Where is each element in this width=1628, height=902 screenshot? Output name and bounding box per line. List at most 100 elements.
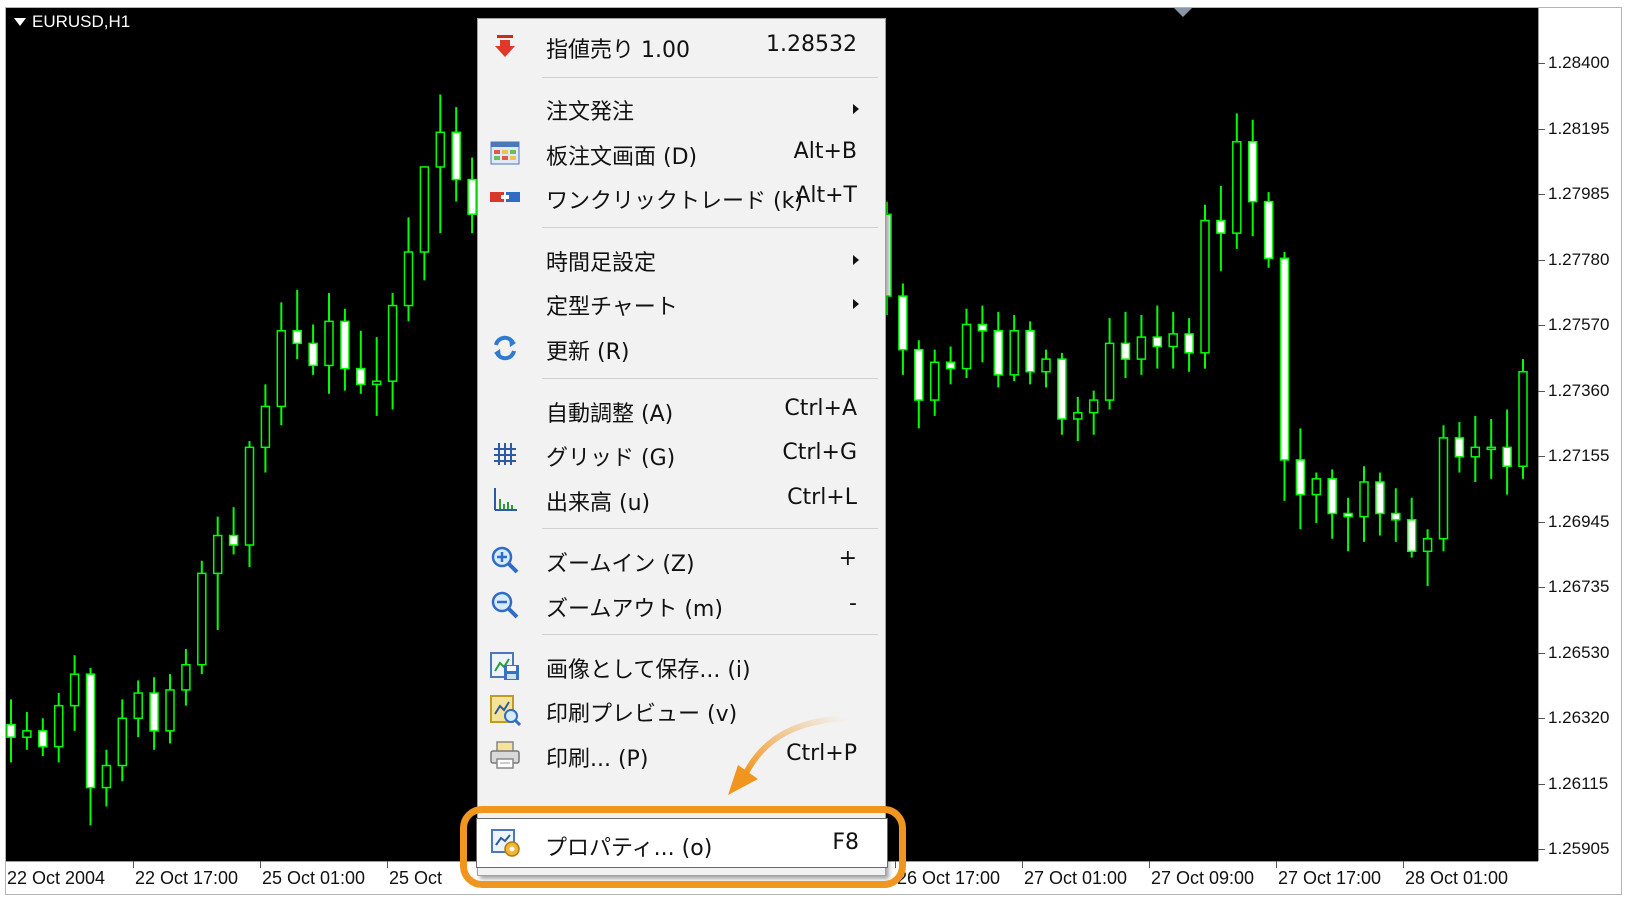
candle-body bbox=[1311, 478, 1322, 496]
symbol-text: EURUSD,H1 bbox=[32, 12, 131, 31]
candle-body bbox=[324, 320, 334, 367]
submenu-arrow-icon bbox=[853, 299, 859, 309]
candle-body bbox=[1502, 446, 1512, 467]
candle-body bbox=[435, 131, 446, 168]
price-tick bbox=[1538, 128, 1545, 130]
price-tick bbox=[1538, 390, 1545, 392]
menu-item-autoscroll[interactable]: 自動調整 (A) Ctrl+A bbox=[478, 389, 883, 431]
price-label: 1.27155 bbox=[1548, 446, 1610, 465]
price-label: 1.27780 bbox=[1548, 249, 1610, 269]
menu-item-zoom-out[interactable]: ズームアウト (m) - bbox=[478, 584, 883, 626]
candle-body bbox=[38, 730, 48, 748]
menu-item-templates[interactable]: 定型チャート bbox=[478, 282, 883, 324]
zoom-in-icon bbox=[488, 544, 522, 576]
candle-body bbox=[1295, 459, 1306, 496]
candle-body bbox=[101, 764, 112, 789]
price-tick bbox=[1538, 521, 1545, 523]
candle-body bbox=[340, 320, 350, 370]
candle-body bbox=[165, 689, 175, 732]
price-tick bbox=[1538, 587, 1545, 588]
symbol-label: EURUSD,H1 bbox=[14, 12, 130, 32]
candle-body bbox=[403, 251, 414, 307]
candle-body bbox=[1200, 219, 1210, 354]
candle-body bbox=[1343, 512, 1353, 518]
price-tick bbox=[1538, 718, 1545, 719]
printer-icon bbox=[488, 739, 522, 771]
menu-item-sell-limit[interactable]: 指値売り 1.00 1.28532 bbox=[478, 25, 883, 67]
time-label: 27 Oct 01:00 bbox=[1024, 868, 1128, 888]
menu-item-refresh[interactable]: 更新 (R) bbox=[478, 327, 883, 369]
candle-body bbox=[356, 367, 366, 386]
zoom-out-icon bbox=[488, 589, 522, 621]
menu-item-volumes[interactable]: 出来高 (u) Ctrl+L bbox=[478, 478, 883, 520]
price-tick bbox=[1538, 849, 1545, 850]
menu-label: 指値売り 1.00 bbox=[546, 38, 690, 63]
candle-body bbox=[1327, 478, 1337, 515]
candle-body bbox=[1009, 330, 1019, 376]
menu-item-grid[interactable]: グリッド (G) Ctrl+G bbox=[478, 433, 883, 475]
candle-body bbox=[69, 673, 80, 707]
candle-body bbox=[1216, 219, 1226, 234]
candle-body bbox=[1454, 437, 1465, 458]
time-tick bbox=[1022, 861, 1023, 868]
price-label: 1.26115 bbox=[1548, 773, 1609, 793]
candle-body bbox=[1168, 333, 1178, 348]
menu-item-zoom-in[interactable]: ズームイン (Z) + bbox=[478, 539, 883, 581]
price-tick bbox=[1538, 456, 1545, 457]
candle-body bbox=[914, 348, 924, 401]
candle-body bbox=[308, 342, 318, 367]
candle-body bbox=[1057, 358, 1067, 420]
menu-shortcut: + bbox=[838, 546, 857, 571]
menu-label: グリッド (G) bbox=[546, 446, 676, 471]
menu-separator bbox=[542, 378, 878, 379]
price-label: 1.27360 bbox=[1548, 380, 1610, 400]
menu-shortcut: Ctrl+L bbox=[787, 485, 857, 510]
candle-body bbox=[181, 663, 191, 691]
candle-body bbox=[371, 380, 382, 386]
refresh-icon bbox=[488, 332, 522, 364]
menu-item-new-order[interactable]: 注文発注 bbox=[478, 87, 883, 129]
candle-body bbox=[1359, 481, 1369, 518]
menu-separator bbox=[542, 528, 878, 529]
menu-shortcut: 1.28532 bbox=[766, 32, 857, 57]
candle-body bbox=[1470, 446, 1481, 458]
price-tick bbox=[1538, 652, 1545, 654]
menu-label: 印刷プレビュー (v) bbox=[546, 702, 738, 727]
menu-shortcut: Alt+B bbox=[793, 139, 857, 164]
menu-label: 画像として保存... (i) bbox=[546, 658, 751, 683]
menu-label: 板注文画面 (D) bbox=[546, 145, 698, 170]
candle-body bbox=[419, 166, 430, 253]
candle-body bbox=[276, 330, 287, 408]
properties-highlight bbox=[460, 806, 906, 888]
price-tick bbox=[1538, 783, 1545, 785]
candle-body bbox=[1025, 330, 1035, 373]
chart-shift-marker[interactable] bbox=[1173, 7, 1193, 17]
menu-item-timeframes[interactable]: 時間足設定 bbox=[478, 238, 883, 280]
sell-arrow-icon bbox=[488, 30, 522, 62]
grid-icon bbox=[488, 438, 522, 470]
submenu-arrow-icon bbox=[853, 104, 859, 114]
menu-separator bbox=[542, 77, 878, 78]
menu-item-save-as-picture[interactable]: 画像として保存... (i) bbox=[478, 645, 883, 687]
candle-body bbox=[1152, 336, 1163, 348]
time-label: 22 Oct 17:00 bbox=[135, 868, 239, 888]
menu-label: 時間足設定 bbox=[546, 251, 657, 276]
candle-body bbox=[945, 361, 956, 370]
time-tick bbox=[387, 861, 388, 868]
time-tick bbox=[260, 861, 261, 868]
candle-body bbox=[1518, 370, 1528, 467]
price-label: 1.25905 bbox=[1548, 839, 1610, 858]
time-label: 28 Oct 01:00 bbox=[1405, 868, 1509, 888]
price-tick bbox=[1538, 325, 1545, 326]
time-tick bbox=[1276, 861, 1277, 868]
candle-body bbox=[1438, 437, 1449, 540]
menu-item-trade-board[interactable]: 板注文画面 (D) Alt+B bbox=[478, 132, 883, 174]
menu-item-one-click[interactable]: ワンクリックトレード (k) Alt+T bbox=[478, 176, 883, 218]
menu-label: ズームイン (Z) bbox=[546, 552, 695, 577]
candle-body bbox=[1136, 336, 1147, 360]
menu-shortcut: Ctrl+G bbox=[782, 440, 857, 465]
menu-shortcut: Ctrl+A bbox=[784, 396, 857, 421]
candle-body bbox=[228, 534, 239, 546]
candle-body bbox=[993, 330, 1004, 376]
candle-body bbox=[133, 692, 143, 720]
